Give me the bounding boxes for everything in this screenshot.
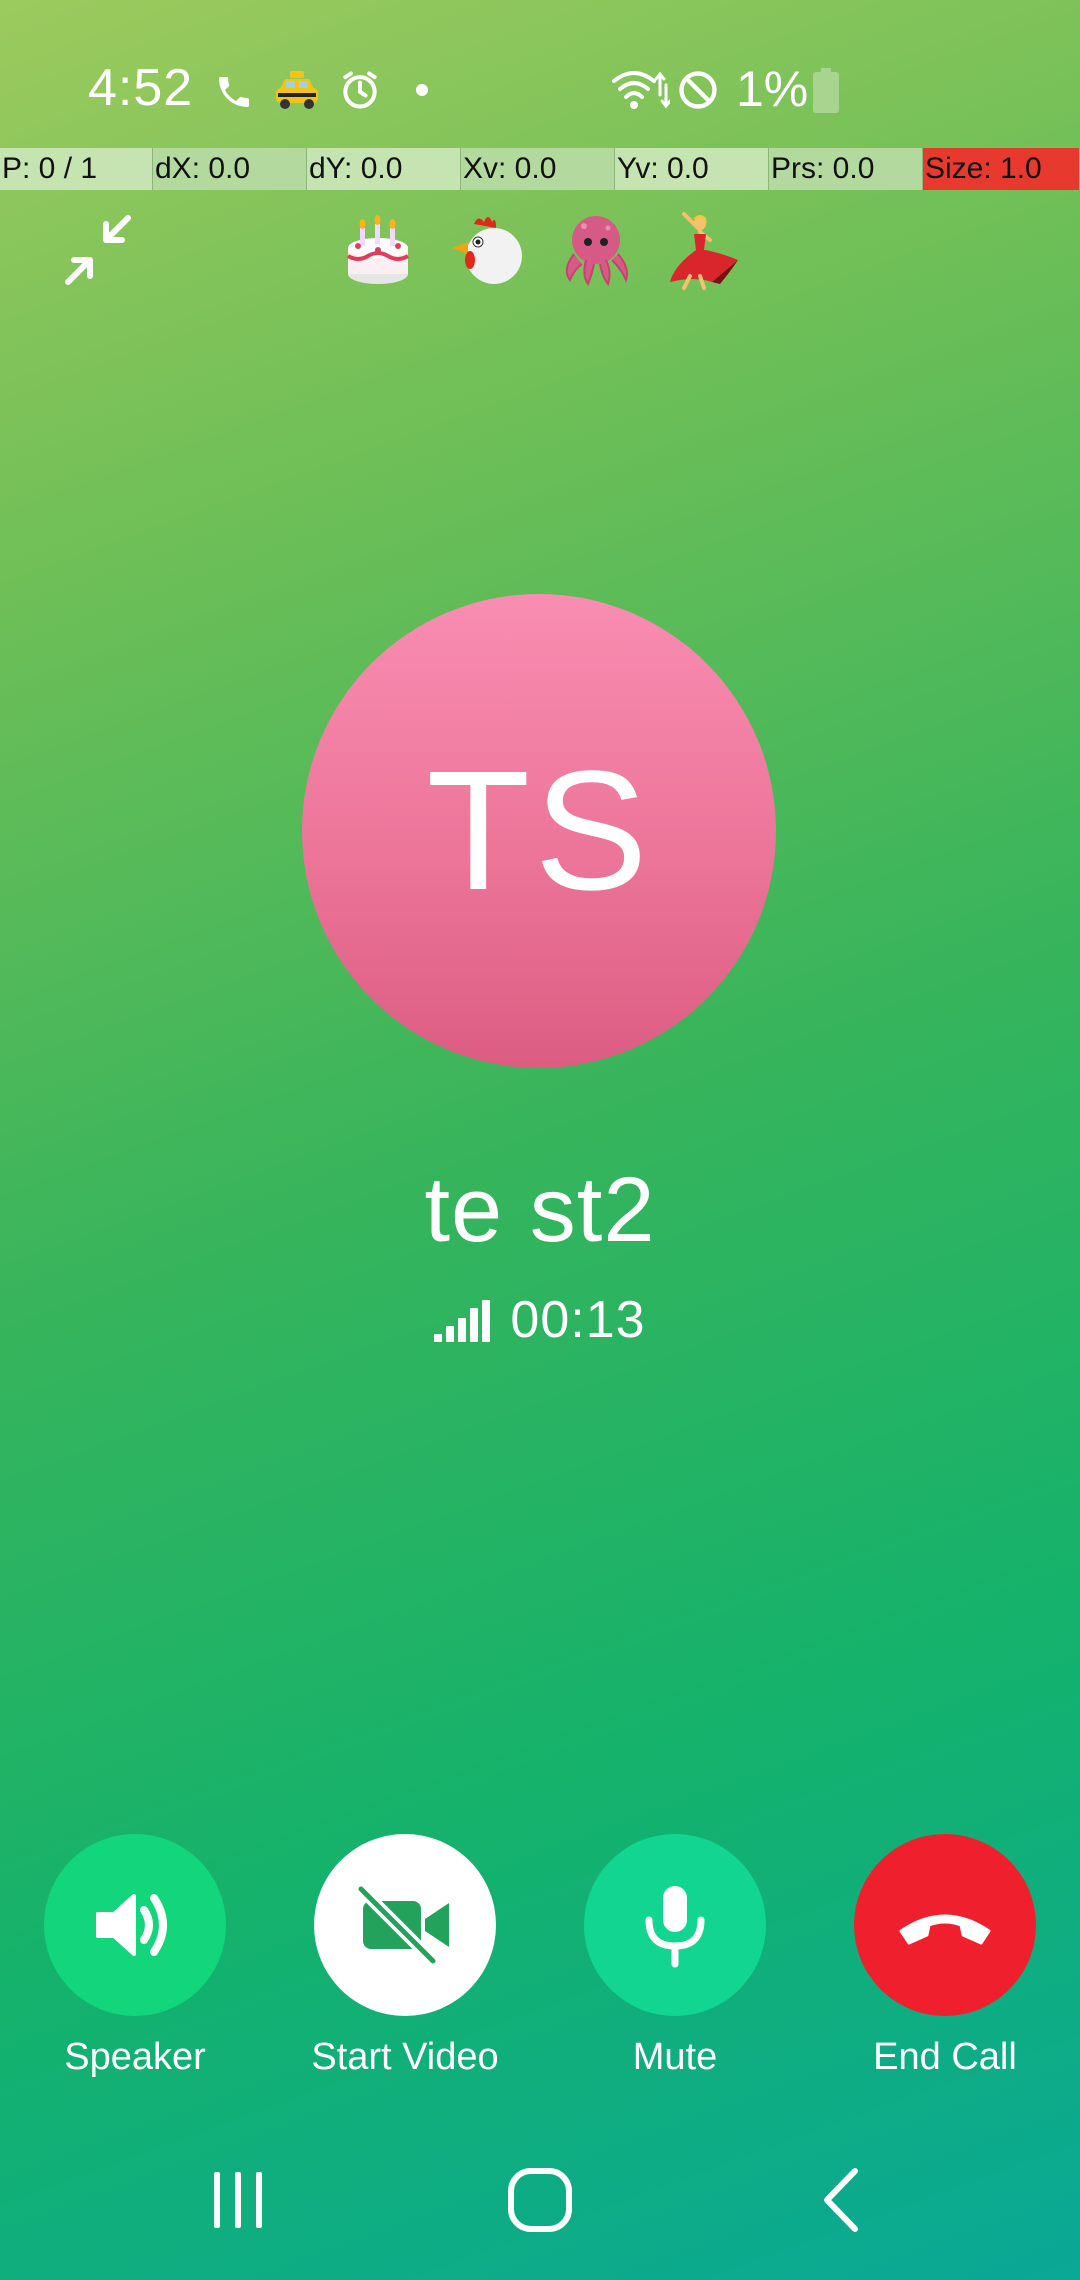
phone-call-icon <box>212 70 256 114</box>
back-icon[interactable] <box>792 2160 892 2240</box>
minimize-icon[interactable] <box>60 210 140 290</box>
end-call-control: End Call <box>845 1834 1045 2079</box>
mute-label: Mute <box>632 2036 718 2078</box>
debug-size: Size: 1.0 <box>923 148 1080 190</box>
end-call-label: End Call <box>873 2036 1017 2078</box>
octopus-emoji <box>556 210 636 290</box>
debug-xv: Xv: 0.0 <box>461 148 615 190</box>
battery-icon <box>810 66 842 116</box>
avatar-initials: TS <box>426 736 652 926</box>
start-video-button[interactable] <box>314 1834 496 2016</box>
mute-button[interactable] <box>584 1834 766 2016</box>
microphone-icon <box>645 1886 705 1968</box>
end-call-button[interactable] <box>854 1834 1036 2016</box>
do-not-disturb-icon <box>674 66 722 114</box>
start-video-label: Start Video <box>311 2036 499 2078</box>
avatar: TS <box>302 594 776 1068</box>
home-icon[interactable] <box>490 2160 590 2240</box>
contact-name: te st2 <box>424 1159 656 1261</box>
speaker-control: Speaker <box>35 1834 235 2079</box>
debug-pointer: P: 0 / 1 <box>0 148 153 190</box>
signal-strength-icon <box>434 1298 491 1342</box>
start-video-control: Start Video <box>305 1834 505 2079</box>
notification-dot-icon <box>414 82 430 98</box>
status-time: 4:52 <box>88 59 194 117</box>
speaker-label: Speaker <box>64 2036 206 2078</box>
speaker-button[interactable] <box>44 1834 226 2016</box>
speaker-icon <box>96 1894 167 1956</box>
call-duration: 00:13 <box>510 1291 646 1349</box>
mute-control: Mute <box>575 1834 775 2079</box>
alarm-icon <box>336 66 384 114</box>
debug-dy: dY: 0.0 <box>307 148 461 190</box>
battery-percent: 1% <box>736 61 809 117</box>
call-screen: 4:52 1% P: 0 / 1 dX: 0.0 dY: 0.0 Xv: 0.0… <box>0 0 1080 2280</box>
wifi-icon <box>610 66 670 114</box>
recent-apps-icon[interactable] <box>188 2160 288 2240</box>
birthday-cake-emoji <box>338 210 418 290</box>
debug-dx: dX: 0.0 <box>153 148 307 190</box>
debug-prs: Prs: 0.0 <box>769 148 923 190</box>
emoji-key-row <box>330 210 750 300</box>
video-off-icon <box>355 1885 449 1965</box>
hang-up-icon <box>899 1914 991 1945</box>
status-bar: 4:52 1% <box>0 0 1080 150</box>
debug-yv: Yv: 0.0 <box>615 148 769 190</box>
dancer-emoji <box>664 210 744 290</box>
taxi-icon <box>272 68 322 114</box>
chicken-emoji <box>448 210 528 290</box>
call-status: 00:13 <box>0 1290 1080 1350</box>
touch-debug-overlay: P: 0 / 1 dX: 0.0 dY: 0.0 Xv: 0.0 Yv: 0.0… <box>0 148 1080 190</box>
